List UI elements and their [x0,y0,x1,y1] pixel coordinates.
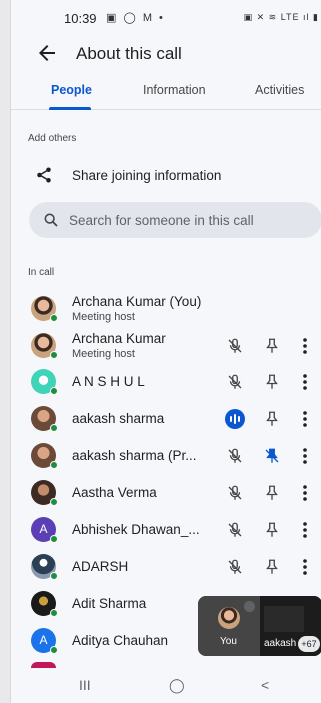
more-options-icon[interactable] [301,410,309,428]
self-tile-label: You [220,636,237,647]
nav-back-button[interactable]: < [261,677,269,693]
tab-indicator [49,107,91,110]
screen: 10:39 ▣ ◯ M • ▣ ✕ ≋ LTE ıl ▮ About this … [10,0,321,703]
add-others-heading: Add others [28,133,77,144]
app-bar: About this call [11,38,321,72]
participant-role: Meeting host [72,348,135,360]
more-options-icon[interactable] [301,337,309,355]
speaking-indicator-icon [225,409,245,429]
home-button[interactable]: ◯ [169,677,185,694]
pin-icon[interactable] [263,558,281,576]
participant-row[interactable]: Archana Kumar (You) Meeting host [11,292,321,326]
mic-off-icon[interactable] [226,484,244,502]
system-nav-bar: III ◯ < [11,668,321,703]
mic-off-icon[interactable] [226,558,244,576]
online-status-dot [50,498,58,506]
more-options-icon[interactable] [301,447,309,465]
more-options-icon[interactable] [301,558,309,576]
status-bar: 10:39 ▣ ◯ M • ▣ ✕ ≋ LTE ıl ▮ [11,0,321,38]
tab-bar: People Information Activities [11,72,321,110]
avatar: A [31,628,58,654]
search-box [29,202,321,238]
mic-off-icon[interactable] [226,521,244,539]
notification-icons: ▣ ◯ M • [106,12,165,24]
back-arrow-icon[interactable] [35,41,59,65]
avatar: A [31,517,58,543]
search-icon [44,213,58,227]
participant-name: Aastha Verma [72,485,157,500]
pin-icon[interactable] [263,373,281,391]
avatar [31,369,58,395]
presenter-video-tile: aakash +67 [260,596,321,656]
pin-icon[interactable] [263,337,281,355]
more-options-icon[interactable] [301,373,309,391]
self-video-tile: You [198,596,260,656]
avatar [31,591,58,617]
participant-name: aakash sharma [72,411,165,426]
avatar [31,443,58,469]
online-status-dot [50,609,58,617]
pin-icon[interactable] [263,521,281,539]
search-input[interactable] [69,202,309,238]
avatar [218,607,240,629]
participant-name: Archana Kumar (You) [72,294,202,309]
extra-participants-badge: +67 [298,636,320,652]
participant-row[interactable]: aakash sharma [11,402,321,436]
pin-off-icon[interactable] [263,447,281,465]
participant-row[interactable]: A N S H U L [11,365,321,399]
online-status-dot [50,646,58,654]
page-title: About this call [76,44,182,63]
avatar [31,480,58,506]
share-icon [37,167,51,183]
tab-activities[interactable]: Activities [255,83,304,97]
system-icons: ▣ ✕ ≋ LTE ıl ▮ [243,12,319,22]
tab-information[interactable]: Information [143,83,206,97]
screen-share-thumbnail [264,606,304,632]
tab-people[interactable]: People [51,83,92,97]
status-time: 10:39 [64,11,97,26]
avatar [31,296,58,322]
participant-role: Meeting host [72,311,135,323]
online-status-dot [50,461,58,469]
participant-row[interactable]: Archana Kumar Meeting host [11,329,321,363]
recents-button[interactable]: III [79,677,91,693]
mic-off-icon [244,601,255,612]
participant-name: Aditya Chauhan [72,633,169,648]
online-status-dot [50,387,58,395]
participant-row[interactable]: A Abhishek Dhawan_... [11,513,321,547]
mic-off-icon[interactable] [226,373,244,391]
more-options-icon[interactable] [301,521,309,539]
avatar [31,406,58,432]
pin-icon[interactable] [263,484,281,502]
presenter-tile-label: aakash [264,638,297,649]
participant-name: Archana Kumar [72,331,166,346]
participant-name: Adit Sharma [72,596,147,611]
online-status-dot [50,314,58,322]
participant-row[interactable]: Aastha Verma [11,476,321,510]
pin-icon[interactable] [263,410,281,428]
more-options-icon[interactable] [301,484,309,502]
participant-name: A N S H U L [72,374,145,389]
online-status-dot [50,572,58,580]
online-status-dot [50,351,58,359]
online-status-dot [50,535,58,543]
mic-off-icon[interactable] [226,337,244,355]
share-joining-info-button[interactable]: Share joining information [11,160,321,192]
share-joining-info-label: Share joining information [72,168,222,183]
online-status-dot [50,424,58,432]
mic-off-icon[interactable] [226,447,244,465]
avatar [31,554,58,580]
in-call-heading: In call [28,267,55,278]
participant-name: ADARSH [72,559,129,574]
participant-name: aakash sharma (Pr... [72,448,197,463]
call-preview-overlay[interactable]: You aakash +67 [198,596,321,656]
participant-row[interactable]: aakash sharma (Pr... [11,439,321,473]
participant-row[interactable]: ADARSH [11,550,321,584]
avatar [31,333,58,359]
participant-name: Abhishek Dhawan_... [72,522,200,537]
